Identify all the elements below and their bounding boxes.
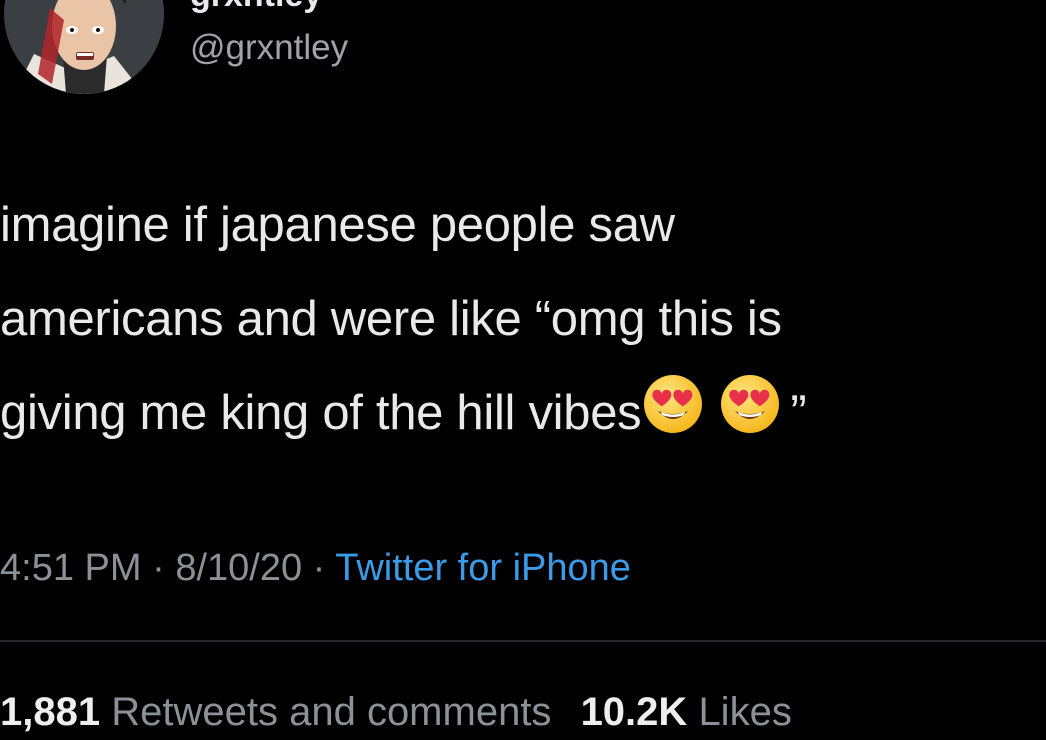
likes-label[interactable]: Likes xyxy=(698,690,791,734)
retweets-count[interactable]: 1,881 xyxy=(0,690,100,734)
tweet-line-2: americans and were like “omg this is xyxy=(0,292,782,346)
user-handle[interactable]: @grxntley xyxy=(190,26,348,70)
tweet-source-link[interactable]: Twitter for iPhone xyxy=(335,547,631,589)
display-name[interactable]: grxntley xyxy=(190,0,322,12)
tweet-date[interactable]: 8/10/20 xyxy=(175,547,302,589)
tweet-stats: 1,881 Retweets and comments 10.2K Likes xyxy=(0,684,792,740)
likes-count[interactable]: 10.2K xyxy=(581,690,688,734)
retweets-label[interactable]: Retweets and comments xyxy=(111,690,551,734)
tweet-time[interactable]: 4:51 PM xyxy=(0,547,142,589)
meta-separator: · xyxy=(141,547,176,589)
heart-eyes-emoji-icon xyxy=(719,373,781,435)
avatar-image xyxy=(4,0,164,94)
tweet-text: imagine if japanese people saw americans… xyxy=(0,178,1046,460)
tweet-line-1: imagine if japanese people saw xyxy=(0,198,675,252)
tweet-line-3-text: giving me king of the hill vibes xyxy=(0,386,642,440)
tweet-line-3: giving me king of the hill vibes ” xyxy=(0,366,1046,460)
heart-eyes-emoji-icon xyxy=(642,373,704,435)
avatar[interactable] xyxy=(4,0,164,94)
tweet-meta: 4:51 PM · 8/10/20 · Twitter for iPhone xyxy=(0,540,631,596)
closing-quote: ” xyxy=(790,386,807,440)
divider xyxy=(0,640,1046,642)
tweet-header: grxntley @grxntley xyxy=(0,0,1046,110)
meta-separator: · xyxy=(302,547,336,589)
